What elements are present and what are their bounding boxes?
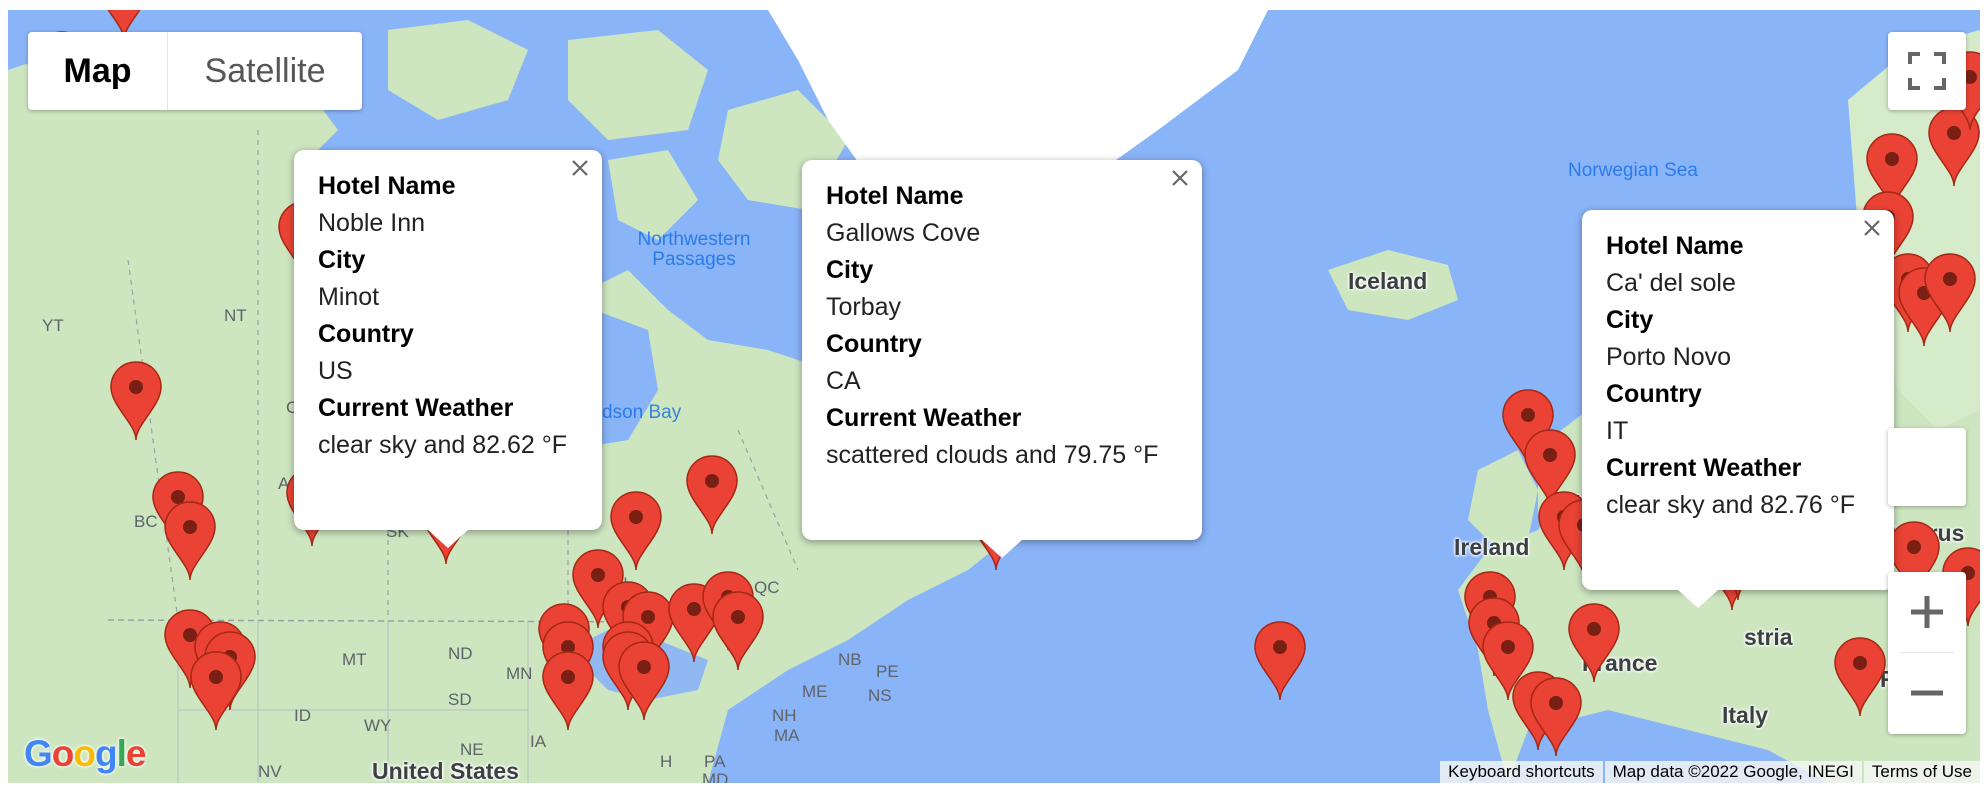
logo-letter: e [125,733,147,774]
city-label: City [318,246,366,274]
info-window: Hotel Name Noble Inn City Minot Country … [294,150,602,548]
info-window-tail [982,540,1022,558]
weather-value: clear sky and 82.62 °F [318,431,568,459]
info-window-tail [428,530,468,548]
weather-label: Current Weather [826,404,1022,432]
map-marker[interactable] [1834,637,1886,717]
map-type-satellite-button[interactable]: Satellite [168,32,362,110]
map-marker[interactable] [686,455,738,535]
info-window: Hotel Name Gallows Cove City Torbay Coun… [802,160,1202,558]
plus-icon [1911,596,1943,628]
weather-value: scattered clouds and 79.75 °F [826,441,1159,469]
weather-label: Current Weather [1606,454,1802,482]
zoom-control [1888,572,1966,734]
hotel-name-label: Hotel Name [318,172,456,200]
logo-letter: o [73,733,96,774]
map-marker[interactable] [110,361,162,441]
map-marker[interactable] [542,651,594,731]
map-type-map-button[interactable]: Map [28,32,168,110]
street-view-pegman-button[interactable] [1888,428,1966,506]
map-marker[interactable] [190,651,242,731]
country-value: CA [826,367,861,395]
hotel-name-value: Noble Inn [318,209,426,237]
city-label: City [1606,306,1654,334]
logo-letter: G [24,733,53,774]
close-icon[interactable] [1860,216,1884,240]
terms-of-use-link[interactable]: Terms of Use [1863,761,1980,783]
info-window: Hotel Name Ca' del sole City Porto Novo … [1582,210,1894,608]
city-label: City [826,256,874,284]
zoom-in-button[interactable] [1888,572,1966,652]
country-value: IT [1606,417,1629,445]
country-label: Country [318,320,414,348]
minus-icon [1911,690,1943,696]
map-marker[interactable] [1568,603,1620,683]
close-icon[interactable] [1168,166,1192,190]
city-value: Minot [318,283,380,311]
map-canvas[interactable]: YT NT BC AI C SK WA MT ND SD ID WY NE NV… [8,10,1980,783]
keyboard-shortcuts-link[interactable]: Keyboard shortcuts [1440,761,1603,783]
zoom-out-button[interactable] [1888,653,1966,733]
logo-letter: g [95,733,118,774]
info-window-tail [1678,590,1718,608]
hotel-name-label: Hotel Name [826,182,964,210]
city-value: Porto Novo [1606,343,1732,371]
hotel-name-value: Ca' del sole [1606,269,1736,297]
weather-label: Current Weather [318,394,514,422]
logo-letter: l [116,733,127,774]
weather-value: clear sky and 82.76 °F [1606,491,1856,519]
fullscreen-button[interactable] [1888,32,1966,110]
map-marker[interactable] [610,491,662,571]
logo-letter: o [51,733,75,774]
close-icon[interactable] [568,156,592,180]
country-label: Country [826,330,922,358]
map-footer: Keyboard shortcuts Map data ©2022 Google… [1438,761,1980,783]
country-value: US [318,357,353,385]
hotel-name-value: Gallows Cove [826,219,981,247]
map-marker[interactable] [164,501,216,581]
map-marker[interactable] [618,641,670,721]
map-type-control: Map Satellite [28,32,362,110]
hotel-name-label: Hotel Name [1606,232,1744,260]
map-marker[interactable] [1254,621,1306,701]
google-logo: Google [24,733,147,775]
fullscreen-icon [1908,52,1946,90]
city-value: Torbay [826,293,902,321]
map-data-attribution: Map data ©2022 Google, INEGI [1604,761,1862,783]
map-marker[interactable] [712,591,764,671]
country-label: Country [1606,380,1702,408]
